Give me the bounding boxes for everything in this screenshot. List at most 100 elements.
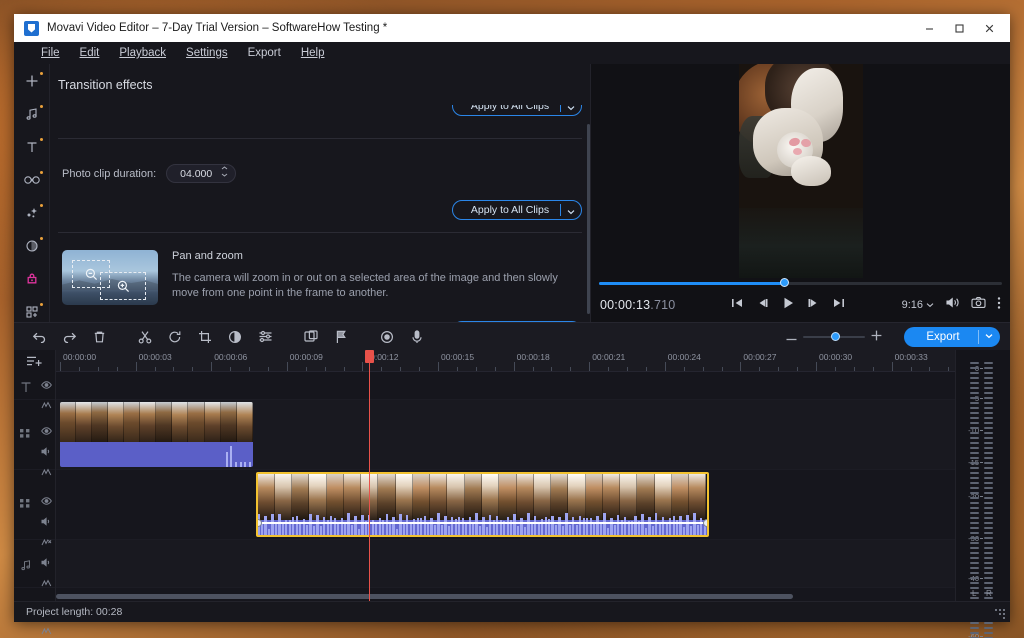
redo-button[interactable] (54, 325, 84, 349)
sidebar-item-import-media[interactable] (19, 71, 45, 91)
movavi-logo (24, 20, 39, 36)
snapshot-button[interactable] (971, 296, 986, 314)
apply-to-all-clips-button-panzoom[interactable]: Apply to All Clips (452, 321, 582, 322)
rotate-button[interactable] (160, 325, 190, 349)
more-options-button[interactable] (997, 296, 1001, 315)
photo-clip-duration-stepper[interactable]: 04.000 (166, 164, 237, 183)
editing-toolbar: Export (14, 322, 1010, 350)
delete-button[interactable] (84, 325, 114, 349)
speaker-icon[interactable] (41, 554, 52, 572)
marker-button[interactable] (326, 325, 356, 349)
track-header-video-2[interactable] (14, 470, 55, 546)
export-button[interactable]: Export (904, 326, 1000, 347)
scrollbar-thumb[interactable] (56, 594, 794, 599)
chevron-down-icon[interactable] (985, 331, 993, 341)
resize-grip-icon[interactable] (991, 605, 1005, 619)
meter-segment (984, 627, 993, 629)
scrubber-track[interactable] (599, 278, 1002, 287)
timeline-track-titles[interactable] (56, 372, 955, 400)
zoom-out-minus-icon[interactable] (786, 328, 797, 346)
previous-frame-button[interactable] (756, 296, 769, 314)
menu-item-settings[interactable]: Settings (177, 45, 237, 61)
aspect-ratio-dropdown[interactable]: 9:16 (902, 299, 934, 311)
track-header-audio-1[interactable] (14, 540, 55, 588)
timeline-track-audio-1[interactable] (56, 540, 955, 588)
sidebar-item-color-adjust[interactable] (19, 236, 45, 256)
play-button[interactable] (781, 296, 795, 315)
playhead-handle[interactable] (364, 350, 374, 363)
minimize-button[interactable] (914, 14, 944, 42)
eye-icon[interactable] (41, 422, 52, 440)
clip-left-handle[interactable] (257, 519, 262, 527)
meter-segment (970, 372, 979, 374)
apply-to-all-clips-button-top[interactable]: Apply to All Clips (452, 105, 582, 116)
panel-body[interactable]: Apply to All Clips Photo clip duration: … (50, 92, 590, 322)
track-header-video-1[interactable] (14, 400, 55, 476)
menu-item-edit[interactable]: Edit (71, 45, 109, 61)
next-frame-button[interactable] (807, 296, 820, 314)
preview-scrubber[interactable] (591, 278, 1010, 288)
maximize-button[interactable] (944, 14, 974, 42)
timeline-ruler[interactable]: 00:00:00 00:00:03 00:00:06 00:00:09 00:00:12… (56, 350, 955, 372)
timeline-horizontal-scrollbar[interactable] (56, 594, 955, 599)
close-button[interactable] (974, 14, 1004, 42)
playhead[interactable] (364, 350, 374, 601)
properties-button[interactable] (250, 325, 280, 349)
overlay-button[interactable] (296, 325, 326, 349)
speaker-icon[interactable] (41, 513, 52, 531)
apply-to-all-clips-button-duration[interactable]: Apply to All Clips (452, 200, 582, 220)
sidebar-item-more-tools[interactable] (19, 302, 45, 322)
timeline-canvas[interactable]: 00:00:00 00:00:03 00:00:06 00:00:09 00:00:12… (56, 350, 955, 601)
zoom-slider-track[interactable] (803, 332, 865, 341)
timeline-zoom-control[interactable] (786, 328, 882, 346)
go-to-end-button[interactable] (832, 296, 845, 314)
menu-item-help[interactable]: Help (292, 45, 334, 61)
spinner-down-icon[interactable] (221, 173, 228, 179)
menu-item-playback[interactable]: Playback (110, 45, 175, 61)
clip-right-handle[interactable] (702, 519, 707, 527)
add-track-button[interactable] (14, 350, 55, 372)
panel-scrollbar[interactable] (587, 124, 590, 314)
clip-thumbnail-frame (637, 474, 655, 520)
timeline-track-video-2[interactable] (56, 470, 955, 540)
keyframe-icon[interactable] (41, 623, 52, 638)
split-button[interactable] (130, 325, 160, 349)
go-to-start-button[interactable] (731, 296, 744, 314)
timeline-track-video-1[interactable] (56, 400, 955, 470)
menu-item-export[interactable]: Export (239, 45, 290, 61)
record-video-button[interactable] (372, 325, 402, 349)
sidebar-item-titles[interactable] (19, 137, 45, 157)
zoom-in-plus-icon[interactable] (871, 328, 882, 346)
volume-button[interactable] (945, 296, 960, 314)
clip-volume-line[interactable] (257, 522, 707, 524)
stepper-arrows[interactable] (221, 166, 228, 179)
color-adjustments-button[interactable] (220, 325, 250, 349)
transition-effects-panel: Transition effects Apply to All Clips Ph… (50, 64, 591, 322)
scrubber-knob[interactable] (779, 278, 789, 287)
sidebar-item-transition-effects[interactable] (19, 269, 45, 289)
record-audio-button[interactable] (402, 325, 432, 349)
sidebar-item-music-library[interactable] (19, 104, 45, 124)
chevron-down-icon[interactable] (567, 105, 575, 114)
video-clip-2-selected[interactable] (255, 472, 709, 537)
eye-icon[interactable] (41, 492, 52, 510)
pan-and-zoom-card[interactable]: Pan and zoom The camera will zoom in or … (58, 244, 582, 305)
zoom-slider-knob[interactable] (831, 332, 841, 341)
meter-segment (970, 387, 979, 389)
track-header-titles[interactable] (14, 372, 55, 409)
meter-segment (984, 392, 993, 394)
speaker-icon[interactable] (41, 443, 52, 461)
chevron-down-icon[interactable] (567, 206, 575, 218)
sidebar-badge-dot (39, 237, 43, 240)
video-clip-1[interactable] (59, 402, 253, 467)
sidebar-item-filters[interactable] (19, 203, 45, 223)
sidebar-item-transitions[interactable] (19, 170, 45, 190)
undo-button[interactable] (24, 325, 54, 349)
meter-tick (980, 398, 983, 399)
crop-button[interactable] (190, 325, 220, 349)
eye-icon[interactable] (41, 376, 52, 394)
spinner-up-icon[interactable] (221, 166, 228, 172)
clip-thumbnail-frame (75, 402, 92, 442)
menu-item-file[interactable]: File (32, 45, 69, 61)
music-note-icon (20, 558, 32, 576)
